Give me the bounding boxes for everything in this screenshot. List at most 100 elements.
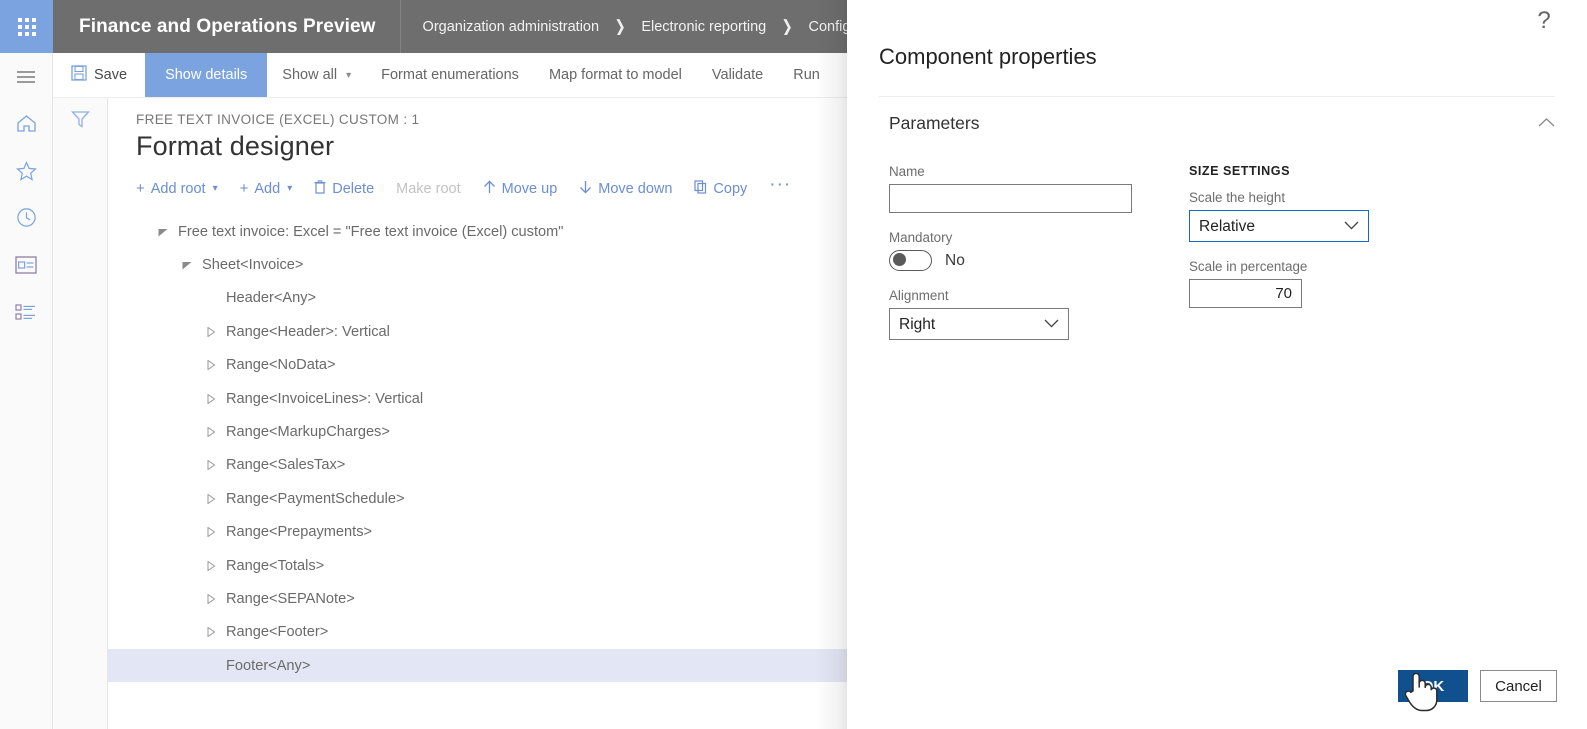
filter-rail [53, 98, 108, 729]
mandatory-label: Mandatory [889, 230, 953, 245]
breadcrumb-item-electronic-reporting[interactable]: Electronic reporting [641, 19, 766, 35]
alignment-field-group: Alignment Right [889, 288, 1189, 340]
scale-percentage-label: Scale in percentage [1189, 259, 1308, 274]
ok-button[interactable]: OK [1398, 670, 1468, 702]
scale-percentage-field-group: Scale in percentage [1189, 259, 1489, 308]
workspaces-icon[interactable] [0, 241, 53, 288]
twisty-expanded-icon[interactable] [178, 260, 196, 270]
add-root-label: Add root [150, 180, 206, 197]
add-button[interactable]: + Add ▾ [240, 178, 305, 200]
copy-icon [694, 180, 707, 197]
clock-icon[interactable] [0, 194, 53, 241]
tree-row-label: Range<PaymentSchedule> [226, 490, 405, 507]
name-label: Name [889, 164, 925, 179]
twisty-collapsed-icon[interactable] [202, 560, 220, 571]
scale-percentage-input[interactable] [1189, 279, 1302, 308]
chevron-down-icon: ▾ [212, 183, 218, 194]
chevron-down-icon: ▾ [346, 69, 352, 81]
alignment-select[interactable]: Right [889, 308, 1069, 340]
parameters-section-header[interactable]: Parameters [847, 97, 1587, 134]
app-root: Finance and Operations Preview Organizat… [0, 0, 1587, 729]
panel-shadow [815, 0, 847, 729]
twisty-collapsed-icon[interactable] [202, 593, 220, 604]
twisty-collapsed-icon[interactable] [202, 427, 220, 438]
move-down-label: Move down [598, 180, 673, 197]
validate-button[interactable]: Validate [697, 53, 778, 97]
more-options-button[interactable]: ··· [769, 174, 791, 203]
star-icon[interactable] [0, 147, 53, 194]
map-format-to-model-label: Map format to model [548, 67, 682, 83]
save-disk-icon [71, 65, 87, 85]
help-icon[interactable]: ? [1531, 8, 1557, 34]
tree-row-label: Range<NoData> [226, 357, 336, 374]
tree-row-label: Header<Any> [226, 290, 317, 307]
trash-icon [314, 180, 326, 197]
navigation-rail [0, 53, 53, 729]
app-launcher-icon[interactable] [0, 0, 53, 53]
copy-button[interactable]: Copy [694, 177, 759, 200]
name-input[interactable] [889, 184, 1132, 213]
mandatory-toggle[interactable] [889, 250, 932, 271]
show-details-label: Show details [165, 67, 248, 83]
make-root-label: Make root [396, 180, 461, 197]
plus-icon: + [136, 180, 145, 197]
tree-row-label: Range<Footer> [226, 624, 329, 641]
panel-footer: OK Cancel [847, 643, 1587, 729]
panel-title: Component properties [879, 44, 1097, 69]
parameters-section-title: Parameters [889, 113, 980, 133]
show-details-button[interactable]: Show details [145, 53, 268, 97]
alignment-label: Alignment [889, 288, 949, 303]
add-root-button[interactable]: + Add root ▾ [136, 178, 230, 200]
hamburger-icon[interactable] [0, 53, 53, 100]
app-title: Finance and Operations Preview [79, 15, 376, 37]
chevron-up-icon[interactable] [1538, 115, 1555, 133]
twisty-expanded-icon[interactable] [154, 227, 172, 237]
scale-height-select[interactable]: Relative [1189, 210, 1369, 242]
breadcrumb-separator-icon: ❯ [781, 18, 794, 35]
scale-height-field-group: Scale the height Relative [1189, 190, 1489, 242]
component-properties-panel: ? Component properties Parameters Name M… [847, 0, 1587, 729]
tree-row-label: Range<Totals> [226, 557, 325, 574]
add-label: Add [254, 180, 281, 197]
mandatory-field-group: Mandatory No [889, 230, 1189, 271]
twisty-collapsed-icon[interactable] [202, 527, 220, 538]
modules-icon[interactable] [0, 288, 53, 335]
move-up-button[interactable]: Move up [483, 177, 570, 200]
parameters-form: Name Mandatory No Alignment Right SIZE S… [847, 134, 1587, 357]
name-field-group: Name [889, 164, 1189, 213]
twisty-collapsed-icon[interactable] [202, 393, 220, 404]
move-up-label: Move up [501, 180, 558, 197]
map-format-to-model-button[interactable]: Map format to model [534, 53, 697, 97]
tree-row-label: Range<Prepayments> [226, 524, 373, 541]
tree-row-label: Range<InvoiceLines>: Vertical [226, 390, 424, 407]
validate-label: Validate [711, 67, 764, 83]
move-down-button[interactable]: Move down [579, 177, 684, 200]
chevron-down-icon: ▾ [287, 183, 293, 194]
format-enumerations-button[interactable]: Format enumerations [366, 53, 534, 97]
twisty-collapsed-icon[interactable] [202, 460, 220, 471]
delete-label: Delete [332, 180, 375, 197]
delete-button[interactable]: Delete [314, 177, 386, 200]
tree-row-label: Range<SEPANote> [226, 590, 355, 607]
twisty-collapsed-icon[interactable] [202, 326, 220, 337]
save-button[interactable]: Save [53, 53, 145, 97]
cancel-button[interactable]: Cancel [1480, 670, 1557, 702]
tree-row-label: Range<MarkupCharges> [226, 424, 390, 441]
filter-funnel-icon[interactable] [70, 110, 90, 729]
tree-row-label: Range<Header>: Vertical [226, 323, 390, 340]
arrow-down-icon [579, 180, 592, 197]
scale-height-label: Scale the height [1189, 190, 1286, 205]
plus-icon: + [239, 180, 249, 197]
home-icon[interactable] [0, 100, 53, 147]
twisty-collapsed-icon[interactable] [202, 360, 220, 371]
twisty-collapsed-icon[interactable] [202, 627, 220, 638]
tree-row-label: Free text invoice: Excel = "Free text in… [178, 223, 564, 240]
save-label: Save [94, 67, 128, 83]
show-all-button[interactable]: Show all ▾ [267, 53, 366, 97]
twisty-collapsed-icon[interactable] [202, 493, 220, 504]
parameters-column-left: Name Mandatory No Alignment Right [889, 164, 1189, 357]
tree-row-label: Footer<Any> [226, 657, 311, 674]
mandatory-value: No [945, 251, 965, 269]
breadcrumb-item-organization-administration[interactable]: Organization administration [423, 19, 600, 35]
copy-label: Copy [713, 180, 748, 197]
